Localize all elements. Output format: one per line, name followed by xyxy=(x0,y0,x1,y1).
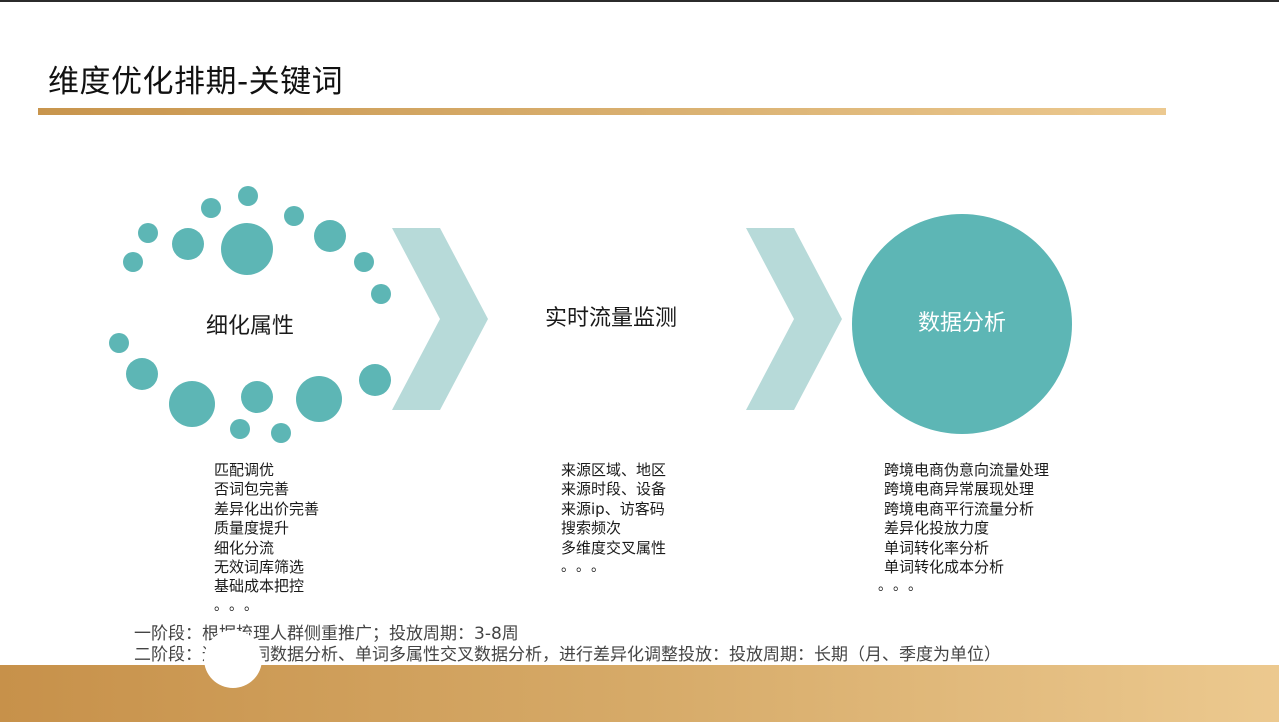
analysis-list: 跨境电商伪意向流量处理 跨境电商异常展现处理 跨境电商平行流量分析 差异化投放力… xyxy=(878,461,1050,595)
dot xyxy=(371,284,391,304)
dot xyxy=(354,252,374,272)
list-item: 基础成本把控 xyxy=(214,577,305,596)
list-item: 来源ip、访客码 xyxy=(561,499,665,518)
dot xyxy=(169,381,215,427)
dot xyxy=(284,206,304,226)
list-ellipsis: 。。。 xyxy=(214,597,266,614)
dot xyxy=(241,381,273,413)
top-border xyxy=(0,0,1279,2)
dot xyxy=(123,252,143,272)
stage-label-monitoring: 实时流量监测 xyxy=(545,306,678,331)
list-item: 单词转化率分析 xyxy=(884,538,990,557)
footer-band xyxy=(0,665,1279,722)
list-item: 多维度交叉属性 xyxy=(561,538,667,557)
list-item: 搜索频次 xyxy=(561,519,622,538)
dot xyxy=(221,223,273,275)
list-item: 跨境电商平行流量分析 xyxy=(884,499,1035,518)
list-item: 差异化出价完善 xyxy=(214,499,320,518)
stage-label-analysis: 数据分析 xyxy=(917,311,1006,336)
dot xyxy=(172,228,204,260)
dot xyxy=(126,358,158,390)
chevron-right-icon xyxy=(392,228,488,410)
list-item: 否词包完善 xyxy=(214,480,290,499)
list-item: 无效词库筛选 xyxy=(214,558,305,577)
dot xyxy=(296,376,342,422)
monitoring-list: 来源区域、地区 来源时段、设备 来源ip、访客码 搜索频次 多维度交叉属性 。。… xyxy=(561,461,666,576)
phase-two-text: 二阶段：通过单词数据分析、单词多属性交叉数据分析，进行差异化调整投放：投放周期：… xyxy=(134,645,1001,665)
list-item: 匹配调优 xyxy=(214,461,275,479)
dot xyxy=(201,198,221,218)
footer-circle xyxy=(204,630,262,688)
dot xyxy=(238,186,258,206)
dot xyxy=(230,419,250,439)
list-item: 跨境电商异常展现处理 xyxy=(884,480,1035,499)
stage-label-attributes: 细化属性 xyxy=(206,314,295,339)
dot xyxy=(138,223,158,243)
list-item: 差异化投放力度 xyxy=(884,519,990,538)
list-item: 来源区域、地区 xyxy=(561,461,667,479)
list-item: 跨境电商伪意向流量处理 xyxy=(884,461,1050,479)
list-item: 细化分流 xyxy=(214,538,275,557)
dot xyxy=(314,220,346,252)
attributes-list: 匹配调优 否词包完善 差异化出价完善 质量度提升 细化分流 无效词库筛选 基础成… xyxy=(214,461,319,615)
dot xyxy=(109,333,129,353)
list-ellipsis: 。。。 xyxy=(561,559,613,576)
list-item: 来源时段、设备 xyxy=(561,480,667,499)
title-underline xyxy=(38,108,1166,115)
chevron-right-icon xyxy=(746,228,842,410)
slide-title: 维度优化排期-关键词 xyxy=(48,64,344,100)
dot xyxy=(271,423,291,443)
list-item: 质量度提升 xyxy=(214,519,290,538)
list-item: 单词转化成本分析 xyxy=(884,558,1005,577)
list-ellipsis: 。。。 xyxy=(878,578,930,595)
dot xyxy=(359,364,391,396)
